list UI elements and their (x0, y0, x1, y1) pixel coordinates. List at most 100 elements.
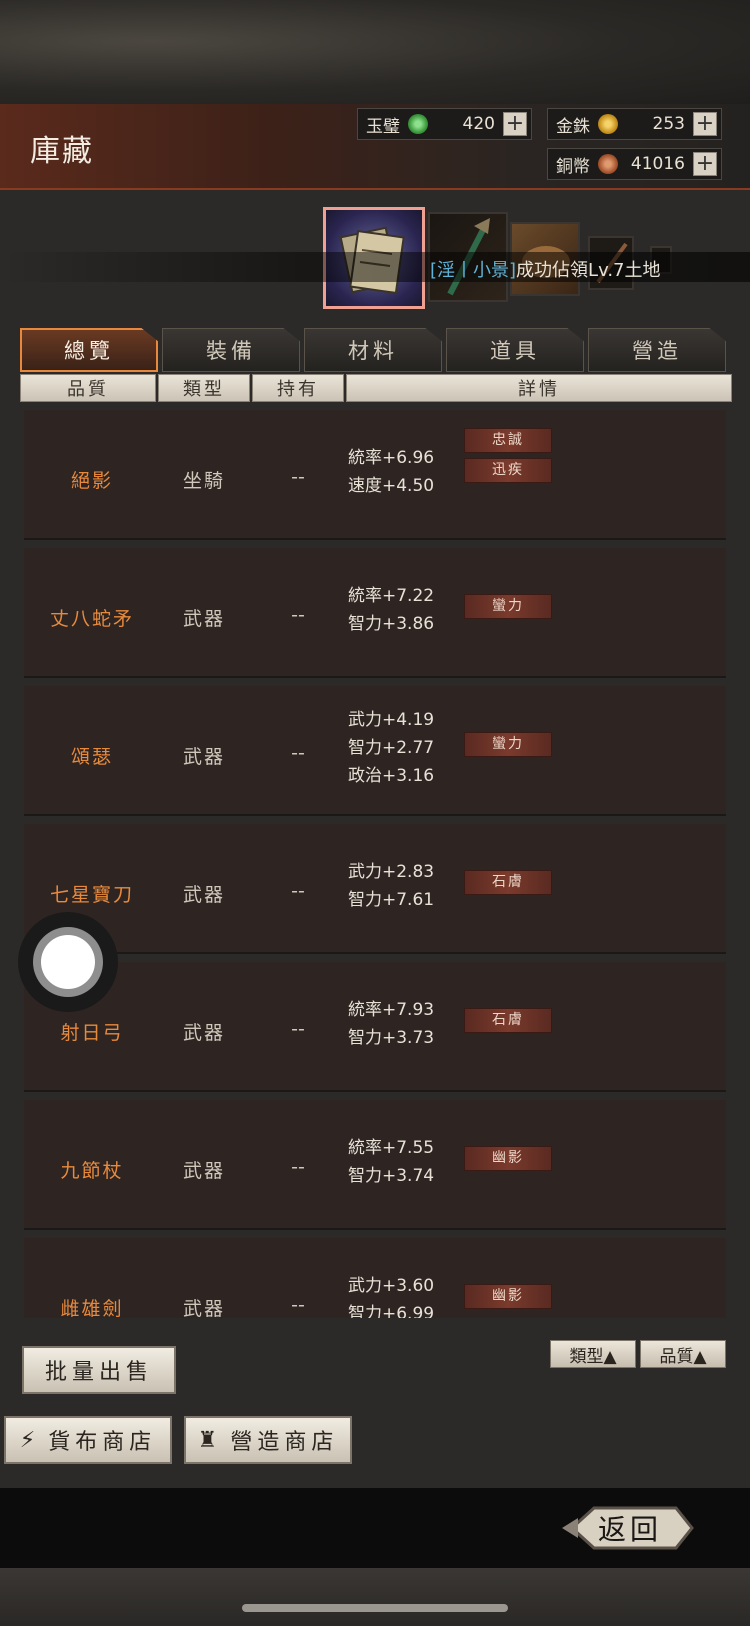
stat-line: 統率+7.22 (348, 586, 435, 606)
currency-value: 253 (652, 114, 685, 134)
floating-core (41, 935, 95, 989)
ticker-message: 成功佔領Lv.7土地 (516, 260, 661, 281)
gold-coin-icon (598, 114, 618, 134)
item-name: 七星寶刀 (49, 884, 134, 906)
currency-label: 銅幣 (556, 156, 590, 177)
trait-tag: 幽影 (464, 1284, 552, 1309)
column-type[interactable]: 類型 (158, 374, 250, 402)
stat-line: 智力+3.73 (348, 1028, 435, 1048)
tab-construction[interactable]: 營造 (588, 328, 726, 372)
item-held: -- (291, 1156, 305, 1178)
item-tags: 忠誠 迅疾 (464, 428, 552, 488)
item-tags: 石膚 (464, 870, 552, 900)
list-item[interactable]: 九節杖 武器 -- 統率+7.55 智力+3.74 幽影 (24, 1100, 726, 1230)
item-held: -- (291, 1018, 305, 1040)
sort-type-button[interactable]: 類型▲ (550, 1340, 636, 1368)
stat-line: 智力+2.77 (348, 738, 435, 758)
add-jade-button[interactable]: + (503, 112, 527, 136)
item-tags: 蠻力 (464, 732, 552, 762)
trait-tag: 幽影 (464, 1146, 552, 1171)
item-type: 武器 (182, 1160, 225, 1182)
stat-line: 速度+4.50 (348, 476, 435, 496)
item-list[interactable]: 絕影 坐騎 -- 統率+6.96 速度+4.50 忠誠 迅疾 丈八蛇矛 武器 -… (24, 410, 726, 1318)
trait-tag: 忠誠 (464, 428, 552, 453)
stat-line: 智力+6.99 (348, 1304, 435, 1318)
copper-coin-icon (598, 154, 618, 174)
list-item[interactable]: 射日弓 武器 -- 統率+7.93 智力+3.73 石膚 (24, 962, 726, 1092)
currency-shop-button[interactable]: ⚡ 貨布商店 (4, 1416, 172, 1464)
list-item[interactable]: 丈八蛇矛 武器 -- 統率+7.22 智力+3.86 蠻力 (24, 548, 726, 678)
stat-line: 武力+3.60 (348, 1276, 435, 1296)
item-name: 雌雄劍 (60, 1298, 124, 1318)
column-quality[interactable]: 品質 (20, 374, 156, 402)
stat-line: 統率+7.55 (348, 1138, 435, 1158)
stat-line: 武力+2.83 (348, 862, 435, 882)
floating-touch-button[interactable] (18, 912, 118, 1012)
item-stats: 統率+7.55 智力+3.74 (348, 1134, 434, 1190)
trait-tag: 蠻力 (464, 594, 552, 619)
item-type: 武器 (182, 608, 225, 630)
item-held: -- (291, 742, 305, 764)
item-type: 武器 (182, 1022, 225, 1044)
home-indicator[interactable] (242, 1604, 508, 1612)
column-details[interactable]: 詳情 (346, 374, 732, 402)
sort-quality-button[interactable]: 品質▲ (640, 1340, 726, 1368)
stat-line: 統率+6.96 (348, 448, 435, 468)
item-name: 丈八蛇矛 (49, 608, 134, 630)
add-copper-button[interactable]: + (693, 152, 717, 176)
stat-line: 政治+3.16 (348, 766, 435, 786)
column-held[interactable]: 持有 (252, 374, 344, 402)
trait-tag: 迅疾 (464, 458, 552, 483)
item-name: 頌瑟 (70, 746, 113, 768)
stat-line: 智力+7.61 (348, 890, 435, 910)
trait-tag: 蠻力 (464, 732, 552, 757)
currency-value: 41016 (630, 154, 685, 174)
item-type: 武器 (182, 1298, 225, 1318)
jade-coin-icon (408, 114, 428, 134)
list-item[interactable]: 絕影 坐騎 -- 統率+6.96 速度+4.50 忠誠 迅疾 (24, 410, 726, 540)
item-stats: 武力+3.60 智力+6.99 (348, 1272, 434, 1318)
currency-jade: 玉璧 420 + (357, 108, 532, 140)
item-stats: 統率+7.93 智力+3.73 (348, 996, 434, 1052)
item-held: -- (291, 604, 305, 626)
currency-value: 420 (462, 114, 495, 134)
stat-line: 武力+4.19 (348, 710, 435, 730)
item-stats: 武力+4.19 智力+2.77 政治+3.16 (348, 706, 434, 790)
floor-background (0, 1568, 750, 1626)
stat-line: 智力+3.86 (348, 614, 435, 634)
item-type: 武器 (182, 884, 225, 906)
tab-props[interactable]: 道具 (446, 328, 584, 372)
currency-copper: 銅幣 41016 + (547, 148, 722, 180)
list-item[interactable]: 頌瑟 武器 -- 武力+4.19 智力+2.77 政治+3.16 蠻力 (24, 686, 726, 816)
page-title: 庫藏 (30, 134, 94, 169)
item-held: -- (291, 1294, 305, 1316)
broadcast-text: [淫丨小景]成功佔領Lv.7土地 (430, 256, 661, 282)
item-stats: 武力+2.83 智力+7.61 (348, 858, 434, 914)
item-tags: 幽影 (464, 1146, 552, 1176)
item-name: 九節杖 (60, 1160, 124, 1182)
tower-icon: ♜ (197, 1427, 223, 1453)
list-item[interactable]: 七星寶刀 武器 -- 武力+2.83 智力+7.61 石膚 (24, 824, 726, 954)
build-shop-button[interactable]: ♜ 營造商店 (184, 1416, 352, 1464)
build-shop-label: 營造商店 (230, 1430, 339, 1455)
item-held: -- (291, 880, 305, 902)
back-button[interactable]: 返回 (560, 1500, 700, 1556)
item-name: 射日弓 (60, 1022, 124, 1044)
tab-materials[interactable]: 材料 (304, 328, 442, 372)
item-held: -- (291, 466, 305, 488)
add-gold-button[interactable]: + (693, 112, 717, 136)
batch-sell-button[interactable]: 批量出售 (22, 1346, 176, 1394)
trait-tag: 石膚 (464, 1008, 552, 1033)
stat-line: 智力+3.74 (348, 1166, 435, 1186)
currency-gold: 金銖 253 + (547, 108, 722, 140)
item-type: 坐騎 (182, 470, 225, 492)
stat-line: 統率+7.93 (348, 1000, 435, 1020)
back-label: 返回 (597, 1513, 662, 1546)
item-type: 武器 (182, 746, 225, 768)
tab-equipment[interactable]: 裝備 (162, 328, 300, 372)
item-tags: 蠻力 (464, 594, 552, 624)
tab-overview[interactable]: 總覽 (20, 328, 158, 372)
currency-label: 玉璧 (366, 116, 400, 137)
list-item[interactable]: 雌雄劍 武器 -- 武力+3.60 智力+6.99 幽影 (24, 1238, 726, 1318)
item-stats: 統率+7.22 智力+3.86 (348, 582, 434, 638)
